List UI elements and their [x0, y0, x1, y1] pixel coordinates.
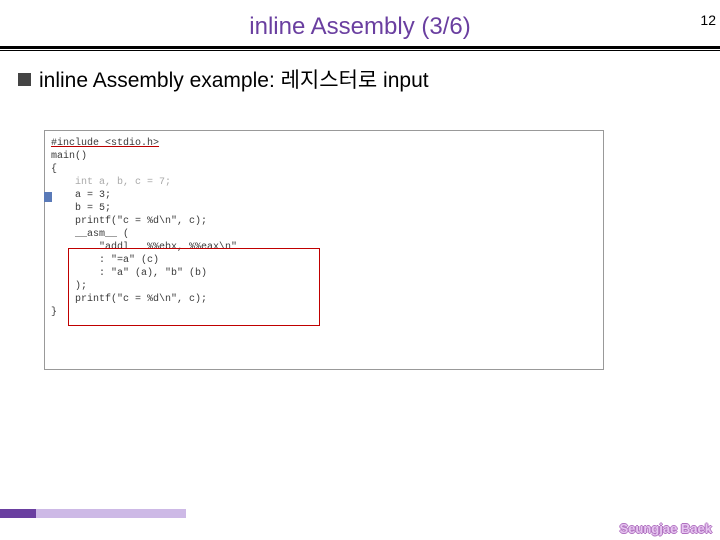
bullet-text: inline Assembly example: 레지스터로 input [39, 64, 429, 94]
bullet-row: inline Assembly example: 레지스터로 input [18, 64, 429, 94]
title-rule-thick [0, 46, 720, 49]
footer-spacer [186, 509, 720, 518]
footer-accent-dark [0, 509, 36, 518]
page-number: 12 [700, 12, 716, 28]
title-rule-thin [0, 50, 720, 51]
code-line: #include <stdio.h> [51, 137, 597, 150]
code-line: int a, b, c = 7; [51, 176, 597, 189]
code-line: a = 3; [51, 189, 597, 202]
code-line: __asm__ ( [51, 228, 597, 241]
code-line: main() [51, 150, 597, 163]
bullet-square-icon [18, 73, 31, 86]
code-line: printf("c = %d\n", c); [51, 215, 597, 228]
cursor-mark-icon [44, 192, 52, 202]
author-text: Seungjae Baek [620, 521, 713, 536]
code-line: { [51, 163, 597, 176]
author-name: Seungjae Baek [620, 521, 713, 536]
slide-title: inline Assembly (3/6) [0, 12, 720, 42]
footer-bar [0, 509, 720, 518]
footer-accent-light [36, 509, 186, 518]
title-row: inline Assembly (3/6) 12 [0, 12, 720, 42]
slide: inline Assembly (3/6) 12 inline Assembly… [0, 0, 720, 540]
code-line: b = 5; [51, 202, 597, 215]
highlight-box [68, 248, 320, 326]
